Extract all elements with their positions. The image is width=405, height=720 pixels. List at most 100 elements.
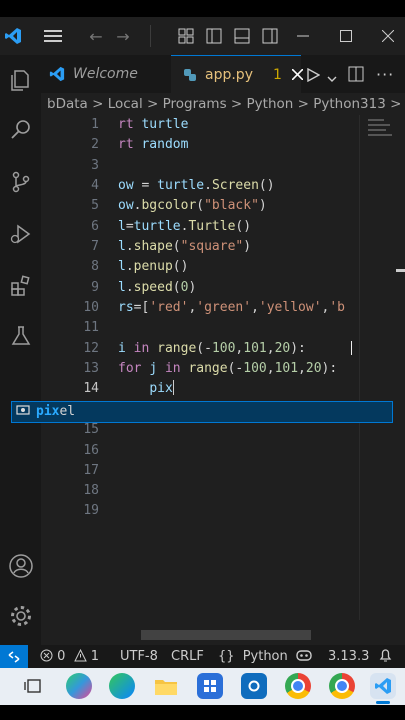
command-center[interactable]: [150, 25, 167, 47]
line-number: 10: [83, 300, 99, 315]
code-line: rt random: [118, 137, 189, 152]
maximize-icon[interactable]: [336, 26, 356, 46]
close-icon[interactable]: [378, 26, 398, 46]
code-line: rt turtle: [118, 117, 189, 132]
line-number: 17: [83, 463, 99, 478]
remote-indicator-icon[interactable]: [0, 645, 28, 668]
editor-tabs: Welcome app.py 1 ···: [41, 55, 405, 93]
problems-status[interactable]: 0 1: [40, 645, 99, 668]
tab-app-py[interactable]: app.py 1: [171, 55, 303, 93]
python-version-status[interactable]: 3.13.3: [328, 645, 369, 668]
run-icon[interactable]: [306, 67, 321, 86]
more-icon[interactable]: ···: [376, 65, 394, 84]
language-status[interactable]: {} Python: [218, 645, 288, 668]
line-number: 3: [91, 158, 99, 173]
code-line: i in range(-100,101,20):: [118, 341, 306, 356]
line-number: 19: [83, 503, 99, 518]
line-number: 1: [91, 117, 99, 132]
code-line: ow = turtle.Screen(): [118, 178, 275, 193]
code-line: l=turtle.Turtle(): [118, 219, 252, 234]
line-number: 7: [91, 239, 99, 254]
extensions-icon[interactable]: [6, 271, 36, 301]
run-dropdown-icon[interactable]: [327, 69, 337, 88]
close-tab-icon[interactable]: [291, 69, 303, 80]
warning-count: 1: [90, 649, 99, 664]
search-icon[interactable]: [6, 115, 36, 145]
line-number: 8: [91, 259, 99, 274]
minimap[interactable]: [366, 115, 396, 145]
code-line: l.speed(0): [118, 280, 197, 295]
copilot-app-icon[interactable]: [66, 673, 92, 699]
forward-icon[interactable]: →: [113, 26, 133, 46]
variable-icon: [16, 403, 30, 424]
copilot-icon[interactable]: [296, 645, 312, 668]
windows-taskbar: [0, 668, 405, 705]
line-number: 11: [83, 320, 99, 335]
bell-icon[interactable]: [379, 645, 392, 668]
line-number: 6: [91, 219, 99, 234]
minimize-icon[interactable]: [293, 26, 313, 46]
code-line: l.shape("square"): [118, 239, 252, 254]
chrome-icon[interactable]: [285, 673, 311, 699]
breadcrumb-separator: >: [92, 96, 108, 112]
code-area[interactable]: rt turtle rt random ow = turtle.Screen()…: [118, 115, 398, 515]
bottom-black-strip: [0, 705, 405, 720]
activity-bar: [0, 55, 41, 645]
store-icon[interactable]: [197, 673, 223, 699]
tab-welcome[interactable]: Welcome: [49, 55, 169, 93]
line-number: 9: [91, 280, 99, 295]
breadcrumb-item[interactable]: Local: [108, 96, 143, 112]
line-number-active: 14: [83, 381, 99, 396]
back-icon[interactable]: ←: [86, 26, 106, 46]
line-number: 13: [83, 361, 99, 376]
eol-status[interactable]: CRLF: [171, 645, 204, 668]
file-explorer-icon[interactable]: [153, 673, 179, 699]
status-bar: 0 1 UTF-8 CRLF {} Python 3.13.3: [0, 645, 405, 668]
chrome-profile-icon[interactable]: [329, 673, 355, 699]
menu-icon[interactable]: [43, 26, 63, 46]
warning-icon: [73, 647, 87, 670]
vertical-scrollbar[interactable]: [359, 115, 360, 620]
settings-icon[interactable]: [6, 601, 36, 631]
toggle-sidebar-icon[interactable]: [204, 26, 224, 46]
account-icon[interactable]: [6, 551, 36, 581]
breadcrumb-item[interactable]: Python: [247, 96, 294, 112]
split-editor-icon[interactable]: [348, 66, 364, 86]
source-control-icon[interactable]: [6, 167, 36, 197]
code-line: rs=['red','green','yellow','b: [118, 300, 346, 315]
edge-icon[interactable]: [109, 673, 135, 699]
breadcrumb: bData > Local > Programs > Python > Pyth…: [41, 93, 405, 115]
code-line: l.penup(): [118, 259, 189, 274]
task-view-icon[interactable]: [20, 673, 46, 699]
python-file-icon: [183, 68, 197, 82]
explorer-icon[interactable]: [6, 65, 36, 95]
error-count: 0: [57, 649, 66, 664]
toggle-panel-icon[interactable]: [232, 26, 252, 46]
error-icon: [40, 647, 53, 670]
breadcrumb-separator: >: [390, 96, 405, 112]
breadcrumb-item[interactable]: Programs: [163, 96, 227, 112]
breadcrumb-item[interactable]: Python313: [313, 96, 386, 112]
active-app-indicator: [376, 701, 390, 704]
code-line: for j in range(-100,101,20):: [118, 361, 338, 376]
mouse-cursor: [351, 341, 352, 355]
line-number: 12: [83, 341, 99, 356]
code-line: ow.bgcolor("black"): [118, 198, 267, 213]
run-debug-icon[interactable]: [6, 219, 36, 249]
line-number: 18: [83, 483, 99, 498]
horizontal-scrollbar[interactable]: [141, 630, 311, 640]
encoding-status[interactable]: UTF-8: [120, 645, 158, 668]
breadcrumb-separator: >: [230, 96, 247, 112]
line-number: 4: [91, 178, 99, 193]
vscode-taskbar-icon[interactable]: [370, 673, 396, 699]
layout-icon[interactable]: [176, 26, 196, 46]
line-number: 16: [83, 443, 99, 458]
breadcrumb-separator: >: [297, 96, 314, 112]
suggestion-rest: el: [59, 404, 76, 419]
outlook-icon[interactable]: [241, 673, 267, 699]
breadcrumb-item[interactable]: bData: [47, 96, 88, 112]
code-editor[interactable]: 1 2 3 4 5 6 7 8 9 10 11 12 13 14 15 16 1…: [41, 115, 405, 645]
autocomplete-suggestion[interactable]: pixel: [11, 401, 393, 423]
toggle-secondary-sidebar-icon[interactable]: [260, 26, 280, 46]
testing-icon[interactable]: [6, 321, 36, 351]
